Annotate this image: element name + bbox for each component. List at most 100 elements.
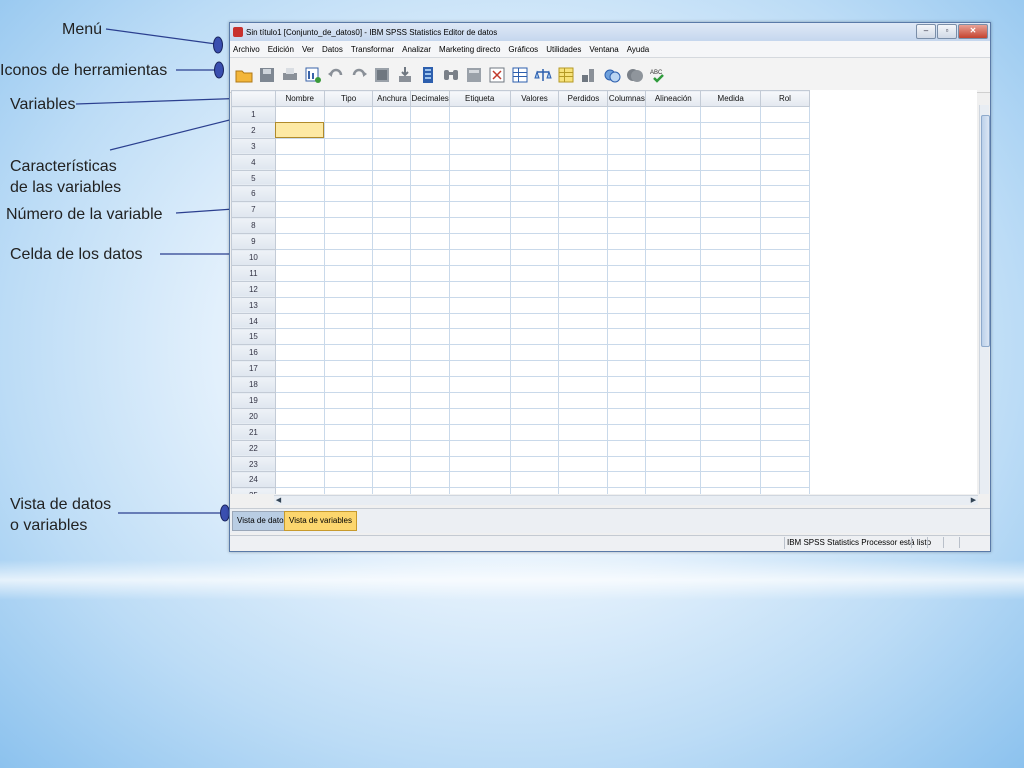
data-cell[interactable] (410, 296, 450, 314)
data-cell[interactable] (372, 360, 412, 378)
horizontal-scrollbar[interactable]: ◀ ▶ (274, 495, 978, 505)
data-cell[interactable] (607, 296, 647, 314)
data-cell[interactable] (558, 185, 609, 203)
data-cell[interactable] (760, 137, 810, 155)
data-cell[interactable] (448, 201, 511, 219)
show-all-variables-icon[interactable] (625, 64, 645, 86)
data-cell[interactable] (274, 328, 325, 346)
column-header[interactable]: Valores (509, 90, 560, 107)
data-cell[interactable] (448, 185, 511, 203)
data-cell[interactable] (700, 153, 762, 171)
data-cell[interactable] (372, 392, 412, 409)
data-cell[interactable] (509, 249, 560, 266)
data-cell[interactable] (323, 296, 374, 314)
data-cell[interactable] (509, 233, 560, 251)
data-cell[interactable] (372, 344, 412, 362)
variables-icon[interactable] (418, 64, 438, 86)
menu-item-graficos[interactable]: Gráficos (508, 45, 538, 54)
data-cell[interactable] (410, 106, 450, 123)
data-cell[interactable] (509, 121, 560, 139)
data-cell[interactable] (645, 217, 702, 235)
data-cell[interactable] (607, 249, 647, 266)
data-cell[interactable] (760, 423, 810, 441)
data-cell[interactable] (448, 328, 511, 346)
data-cell[interactable] (410, 217, 450, 235)
weight-cases-icon[interactable] (533, 64, 553, 86)
data-cell[interactable] (372, 328, 412, 346)
data-cell[interactable] (372, 249, 412, 266)
data-cell[interactable] (760, 185, 810, 203)
row-number[interactable]: 22 (231, 439, 276, 457)
data-cell[interactable] (323, 455, 374, 473)
data-cell[interactable] (323, 121, 374, 139)
data-cell[interactable] (760, 249, 810, 266)
data-cell[interactable] (410, 455, 450, 473)
row-number[interactable]: 24 (231, 471, 276, 489)
data-cell[interactable] (448, 280, 511, 298)
data-cell[interactable] (645, 471, 702, 489)
data-cell[interactable] (448, 439, 511, 457)
data-cell[interactable] (760, 344, 810, 362)
data-cell[interactable] (274, 264, 325, 282)
row-number[interactable]: 4 (231, 153, 276, 171)
menu-item-archivo[interactable]: Archivo (233, 45, 260, 54)
column-header[interactable]: Perdidos (558, 90, 609, 107)
goto-case-icon[interactable] (372, 64, 392, 86)
data-cell[interactable] (509, 106, 560, 123)
data-cell[interactable] (700, 137, 762, 155)
data-cell[interactable] (558, 201, 609, 219)
data-cell[interactable] (323, 153, 374, 171)
data-cell[interactable] (645, 392, 702, 409)
data-cell[interactable] (448, 106, 511, 123)
data-cell[interactable] (607, 137, 647, 155)
data-cell[interactable] (323, 392, 374, 409)
data-cell[interactable] (607, 233, 647, 251)
row-number[interactable]: 14 (231, 312, 276, 330)
row-number[interactable]: 10 (231, 249, 276, 266)
data-cell[interactable] (509, 280, 560, 298)
data-cell[interactable] (410, 121, 450, 139)
data-cell[interactable] (558, 423, 609, 441)
data-cell[interactable] (558, 153, 609, 171)
data-cell[interactable] (410, 185, 450, 203)
data-cell[interactable] (323, 471, 374, 489)
data-cell[interactable] (607, 106, 647, 123)
data-cell[interactable] (760, 360, 810, 378)
data-cell[interactable] (372, 423, 412, 441)
data-cell[interactable] (372, 439, 412, 457)
row-number[interactable]: 6 (231, 185, 276, 203)
data-cell[interactable] (558, 471, 609, 489)
data-cell[interactable] (410, 169, 450, 187)
data-cell[interactable] (372, 296, 412, 314)
data-cell[interactable] (645, 439, 702, 457)
select-cases-icon[interactable] (556, 64, 576, 86)
data-cell[interactable] (645, 376, 702, 394)
data-cell[interactable] (558, 344, 609, 362)
tab-variable-view[interactable]: Vista de variables (284, 511, 357, 531)
data-cell[interactable] (509, 471, 560, 489)
data-cell[interactable] (760, 392, 810, 409)
data-cell[interactable] (448, 153, 511, 171)
data-cell[interactable] (274, 106, 325, 123)
row-number[interactable]: 23 (231, 455, 276, 473)
data-cell[interactable] (760, 264, 810, 282)
data-cell[interactable] (700, 169, 762, 187)
data-cell[interactable] (607, 185, 647, 203)
data-cell[interactable] (323, 169, 374, 187)
data-cell[interactable] (700, 360, 762, 378)
data-cell[interactable] (274, 249, 325, 266)
data-cell[interactable] (274, 471, 325, 489)
goto-variable-icon[interactable] (395, 64, 415, 86)
data-cell[interactable] (700, 487, 762, 494)
data-cell[interactable] (372, 185, 412, 203)
data-cell[interactable] (607, 169, 647, 187)
data-cell[interactable] (323, 344, 374, 362)
spell-check-icon[interactable]: ABC (648, 64, 668, 86)
data-cell[interactable] (607, 121, 647, 139)
scroll-left-arrow[interactable]: ◀ (274, 496, 283, 505)
menu-item-analizar[interactable]: Analizar (402, 45, 431, 54)
data-cell[interactable] (645, 280, 702, 298)
data-cell[interactable] (323, 264, 374, 282)
data-cell[interactable] (448, 312, 511, 330)
data-cell[interactable] (607, 423, 647, 441)
